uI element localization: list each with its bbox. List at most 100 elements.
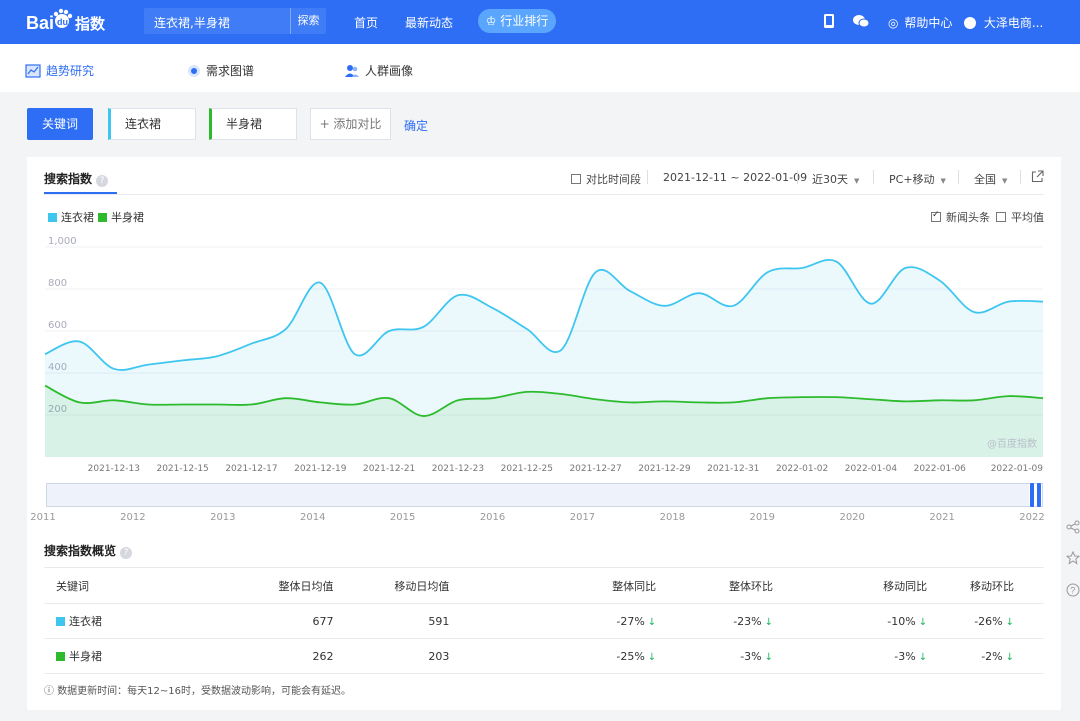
arrow-down-icon: ↓	[764, 651, 774, 663]
help-center-link[interactable]: ◎ 帮助中心	[888, 14, 952, 31]
legend-label: 连衣裙	[61, 211, 94, 224]
overview-heading: 搜索指数概览?	[44, 542, 133, 559]
tab-audience-profile[interactable]: 人群画像	[344, 62, 413, 79]
people-icon	[345, 65, 359, 77]
external-link-icon[interactable]	[1031, 170, 1044, 183]
mobile-icon[interactable]	[820, 12, 838, 30]
overall-yoy-value: -27%	[616, 614, 645, 628]
date-range-picker[interactable]: 2021-12-11 ~ 2022-01-09	[663, 171, 807, 184]
period-select[interactable]: 近30天 ▼	[812, 171, 859, 187]
help-icon[interactable]: ?	[96, 175, 109, 187]
nav-latest-news[interactable]: 最新动态	[405, 14, 453, 31]
compare-period-toggle[interactable]: 对比时间段	[571, 171, 641, 187]
timeline-handle-right[interactable]	[1037, 483, 1041, 507]
question-icon[interactable]: ?	[1066, 583, 1080, 597]
keyword-button[interactable]: 关键词	[27, 108, 93, 140]
industry-ranking-button[interactable]: ♔ 行业排行	[478, 9, 556, 33]
x-tick-label: 2022-01-09	[991, 464, 1044, 474]
average-checkbox[interactable]	[996, 212, 1006, 222]
chart-watermark: @百度指数	[987, 437, 1037, 450]
timeline-year-label: 2017	[570, 512, 595, 523]
region-select-value: 全国	[974, 173, 996, 186]
confirm-button[interactable]: 确定	[404, 117, 428, 134]
legend-label: 半身裙	[111, 211, 144, 224]
region-select[interactable]: 全国 ▼	[974, 171, 1007, 187]
tab-demand-map-label: 需求图谱	[206, 64, 255, 78]
search-box[interactable]: 连衣裙,半身裙 探索	[144, 8, 326, 34]
keyword-chip-1[interactable]: 连衣裙	[108, 108, 196, 140]
divider	[797, 170, 798, 184]
legend-item-1[interactable]: 连衣裙	[48, 209, 94, 225]
user-menu[interactable]: 大泽电商...	[964, 14, 1043, 31]
x-tick-label: 2021-12-13	[88, 464, 140, 474]
nav-home[interactable]: 首页	[354, 14, 378, 31]
arrow-down-icon: ↓	[1005, 651, 1014, 663]
timeline-slider[interactable]	[46, 483, 1043, 507]
x-tick-label: 2022-01-02	[776, 464, 828, 474]
share-icon[interactable]	[1066, 520, 1080, 534]
mobile-yoy-cell: -3% ↓	[773, 638, 928, 674]
table-row: 连衣裙 677 591 -27% ↓ -23% ↓ -10% ↓ -26% ↓	[44, 603, 1044, 639]
add-comparison-button[interactable]: + 添加对比	[310, 108, 391, 140]
mobile-yoy-value: -3%	[894, 649, 916, 663]
device-select-value: PC+移动	[889, 173, 935, 186]
user-name: 大泽电商...	[983, 16, 1044, 30]
arrow-down-icon: ↓	[764, 616, 774, 628]
info-icon: ⓘ	[44, 686, 58, 697]
mobile-yoy-value: -10%	[887, 614, 916, 628]
x-tick-label: 2021-12-21	[363, 464, 415, 474]
mobile-mom-value: -2%	[981, 649, 1003, 663]
keyword-swatch	[56, 652, 65, 661]
table-header-row: 关键词 整体日均值 移动日均值 整体同比 整体环比 移动同比 移动环比	[44, 567, 1044, 604]
tab-demand-map[interactable]: 需求图谱	[187, 62, 254, 79]
keyword-chip-2[interactable]: 半身裙	[209, 108, 297, 140]
col-mobile-yoy: 移动同比	[773, 567, 928, 604]
x-tick-label: 2021-12-15	[156, 464, 208, 474]
news-headline-toggle[interactable]: 新闻头条	[931, 209, 990, 225]
keyword-name: 连衣裙	[69, 615, 102, 628]
overall-avg-cell: 262	[219, 638, 334, 674]
avatar	[964, 17, 976, 29]
overview-table: 关键词 整体日均值 移动日均值 整体同比 整体环比 移动同比 移动环比 连衣裙 …	[44, 567, 1044, 674]
ranking-icon: ♔	[485, 14, 497, 28]
help-icon[interactable]: ?	[120, 547, 133, 559]
divider	[1020, 170, 1021, 184]
news-headline-checkbox[interactable]	[931, 210, 941, 222]
baidu-index-logo[interactable]: Bai du 指数	[26, 8, 108, 36]
tab-audience-profile-label: 人群画像	[365, 64, 414, 78]
update-note-text: 数据更新时间：每天12~16时，受数据波动影响，可能会有延迟。	[57, 686, 352, 697]
y-tick-label: 1,000	[48, 236, 77, 247]
keyword-cell: 半身裙	[44, 638, 220, 674]
keyword-chip-label: 连衣裙	[125, 117, 162, 131]
svg-text:du: du	[57, 17, 68, 27]
explore-button[interactable]: 探索	[290, 8, 326, 34]
x-tick-label: 2021-12-25	[501, 464, 553, 474]
industry-ranking-label: 行业排行	[500, 14, 549, 28]
mobile-mom-value: -26%	[974, 614, 1003, 628]
wechat-icon[interactable]	[852, 12, 870, 30]
arrow-down-icon: ↓	[647, 651, 657, 663]
arrow-down-icon: ↓	[918, 651, 928, 663]
timeline-year-label: 2020	[839, 512, 864, 523]
compare-period-checkbox[interactable]	[571, 174, 581, 184]
col-keyword: 关键词	[44, 567, 220, 604]
device-select[interactable]: PC+移动 ▼	[889, 171, 946, 187]
svg-text:Bai: Bai	[26, 13, 54, 33]
search-index-title: 搜索指数	[44, 172, 93, 186]
compare-period-label: 对比时间段	[586, 173, 641, 186]
x-tick-label: 2021-12-27	[569, 464, 621, 474]
mobile-yoy-cell: -10% ↓	[773, 603, 928, 639]
legend-item-2[interactable]: 半身裙	[98, 209, 144, 225]
star-icon[interactable]	[1066, 551, 1080, 565]
timeline-handle-left[interactable]	[1030, 483, 1034, 507]
help-center-icon: ◎	[888, 16, 899, 30]
average-toggle[interactable]: 平均值	[996, 209, 1044, 225]
legend-swatch	[48, 213, 57, 222]
sub-navigation: 趋势研究 需求图谱 人群画像	[0, 44, 1080, 92]
divider	[873, 170, 874, 184]
search-input[interactable]: 连衣裙,半身裙	[154, 14, 230, 31]
x-tick-label: 2021-12-19	[294, 464, 347, 474]
divider	[958, 170, 959, 184]
svg-text:指数: 指数	[75, 15, 106, 33]
tab-trend-research[interactable]: 趋势研究	[25, 62, 94, 79]
